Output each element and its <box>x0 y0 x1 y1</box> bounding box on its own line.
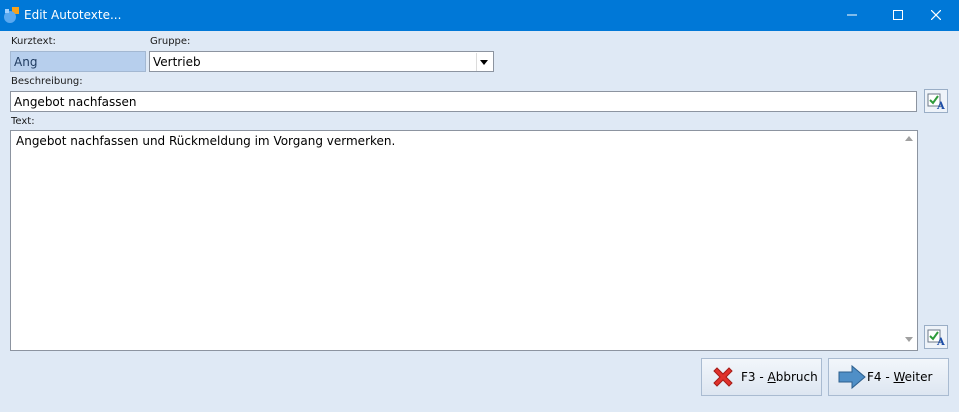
weiter-label: F4 - Weiter <box>867 370 933 384</box>
beschreibung-input[interactable]: Angebot nachfassen <box>10 91 917 112</box>
svg-text:A: A <box>936 337 945 346</box>
beschreibung-label: Beschreibung: <box>11 76 83 87</box>
weiter-button[interactable]: F4 - Weiter <box>828 358 949 396</box>
minimize-icon <box>847 14 857 16</box>
text-spellcheck-button[interactable]: A <box>924 325 948 349</box>
chevron-down-icon <box>480 60 488 65</box>
app-icon <box>4 7 19 23</box>
abbruch-label: F3 - Abbruch <box>741 370 818 384</box>
close-icon <box>931 10 941 20</box>
text-content: Angebot nachfassen und Rückmeldung im Vo… <box>16 134 396 148</box>
scroll-up-icon[interactable] <box>905 136 913 141</box>
minimize-button[interactable] <box>829 0 875 31</box>
spellcheck-icon: A <box>927 93 945 110</box>
cancel-x-icon <box>713 367 733 387</box>
spellcheck-icon: A <box>927 329 945 346</box>
beschreibung-spellcheck-button[interactable]: A <box>924 89 948 113</box>
window-title: Edit Autotexte... <box>24 8 122 22</box>
arrow-right-icon <box>838 364 866 390</box>
kurztext-label: Kurztext: <box>11 36 56 47</box>
kurztext-input[interactable]: Ang <box>10 51 146 72</box>
text-scrollbar[interactable] <box>901 131 917 350</box>
maximize-icon <box>893 10 903 20</box>
title-bar[interactable]: Edit Autotexte... <box>0 0 959 31</box>
svg-text:A: A <box>936 101 945 110</box>
gruppe-dropdown-button[interactable] <box>476 53 492 71</box>
gruppe-label: Gruppe: <box>150 36 191 47</box>
gruppe-value: Vertrieb <box>153 55 201 69</box>
abbruch-button[interactable]: F3 - Abbruch <box>701 358 822 396</box>
text-area[interactable]: Angebot nachfassen und Rückmeldung im Vo… <box>10 130 918 351</box>
scroll-down-icon[interactable] <box>905 337 913 342</box>
close-button[interactable] <box>913 0 959 31</box>
text-label: Text: <box>11 116 35 127</box>
gruppe-select[interactable]: Vertrieb <box>149 51 494 72</box>
